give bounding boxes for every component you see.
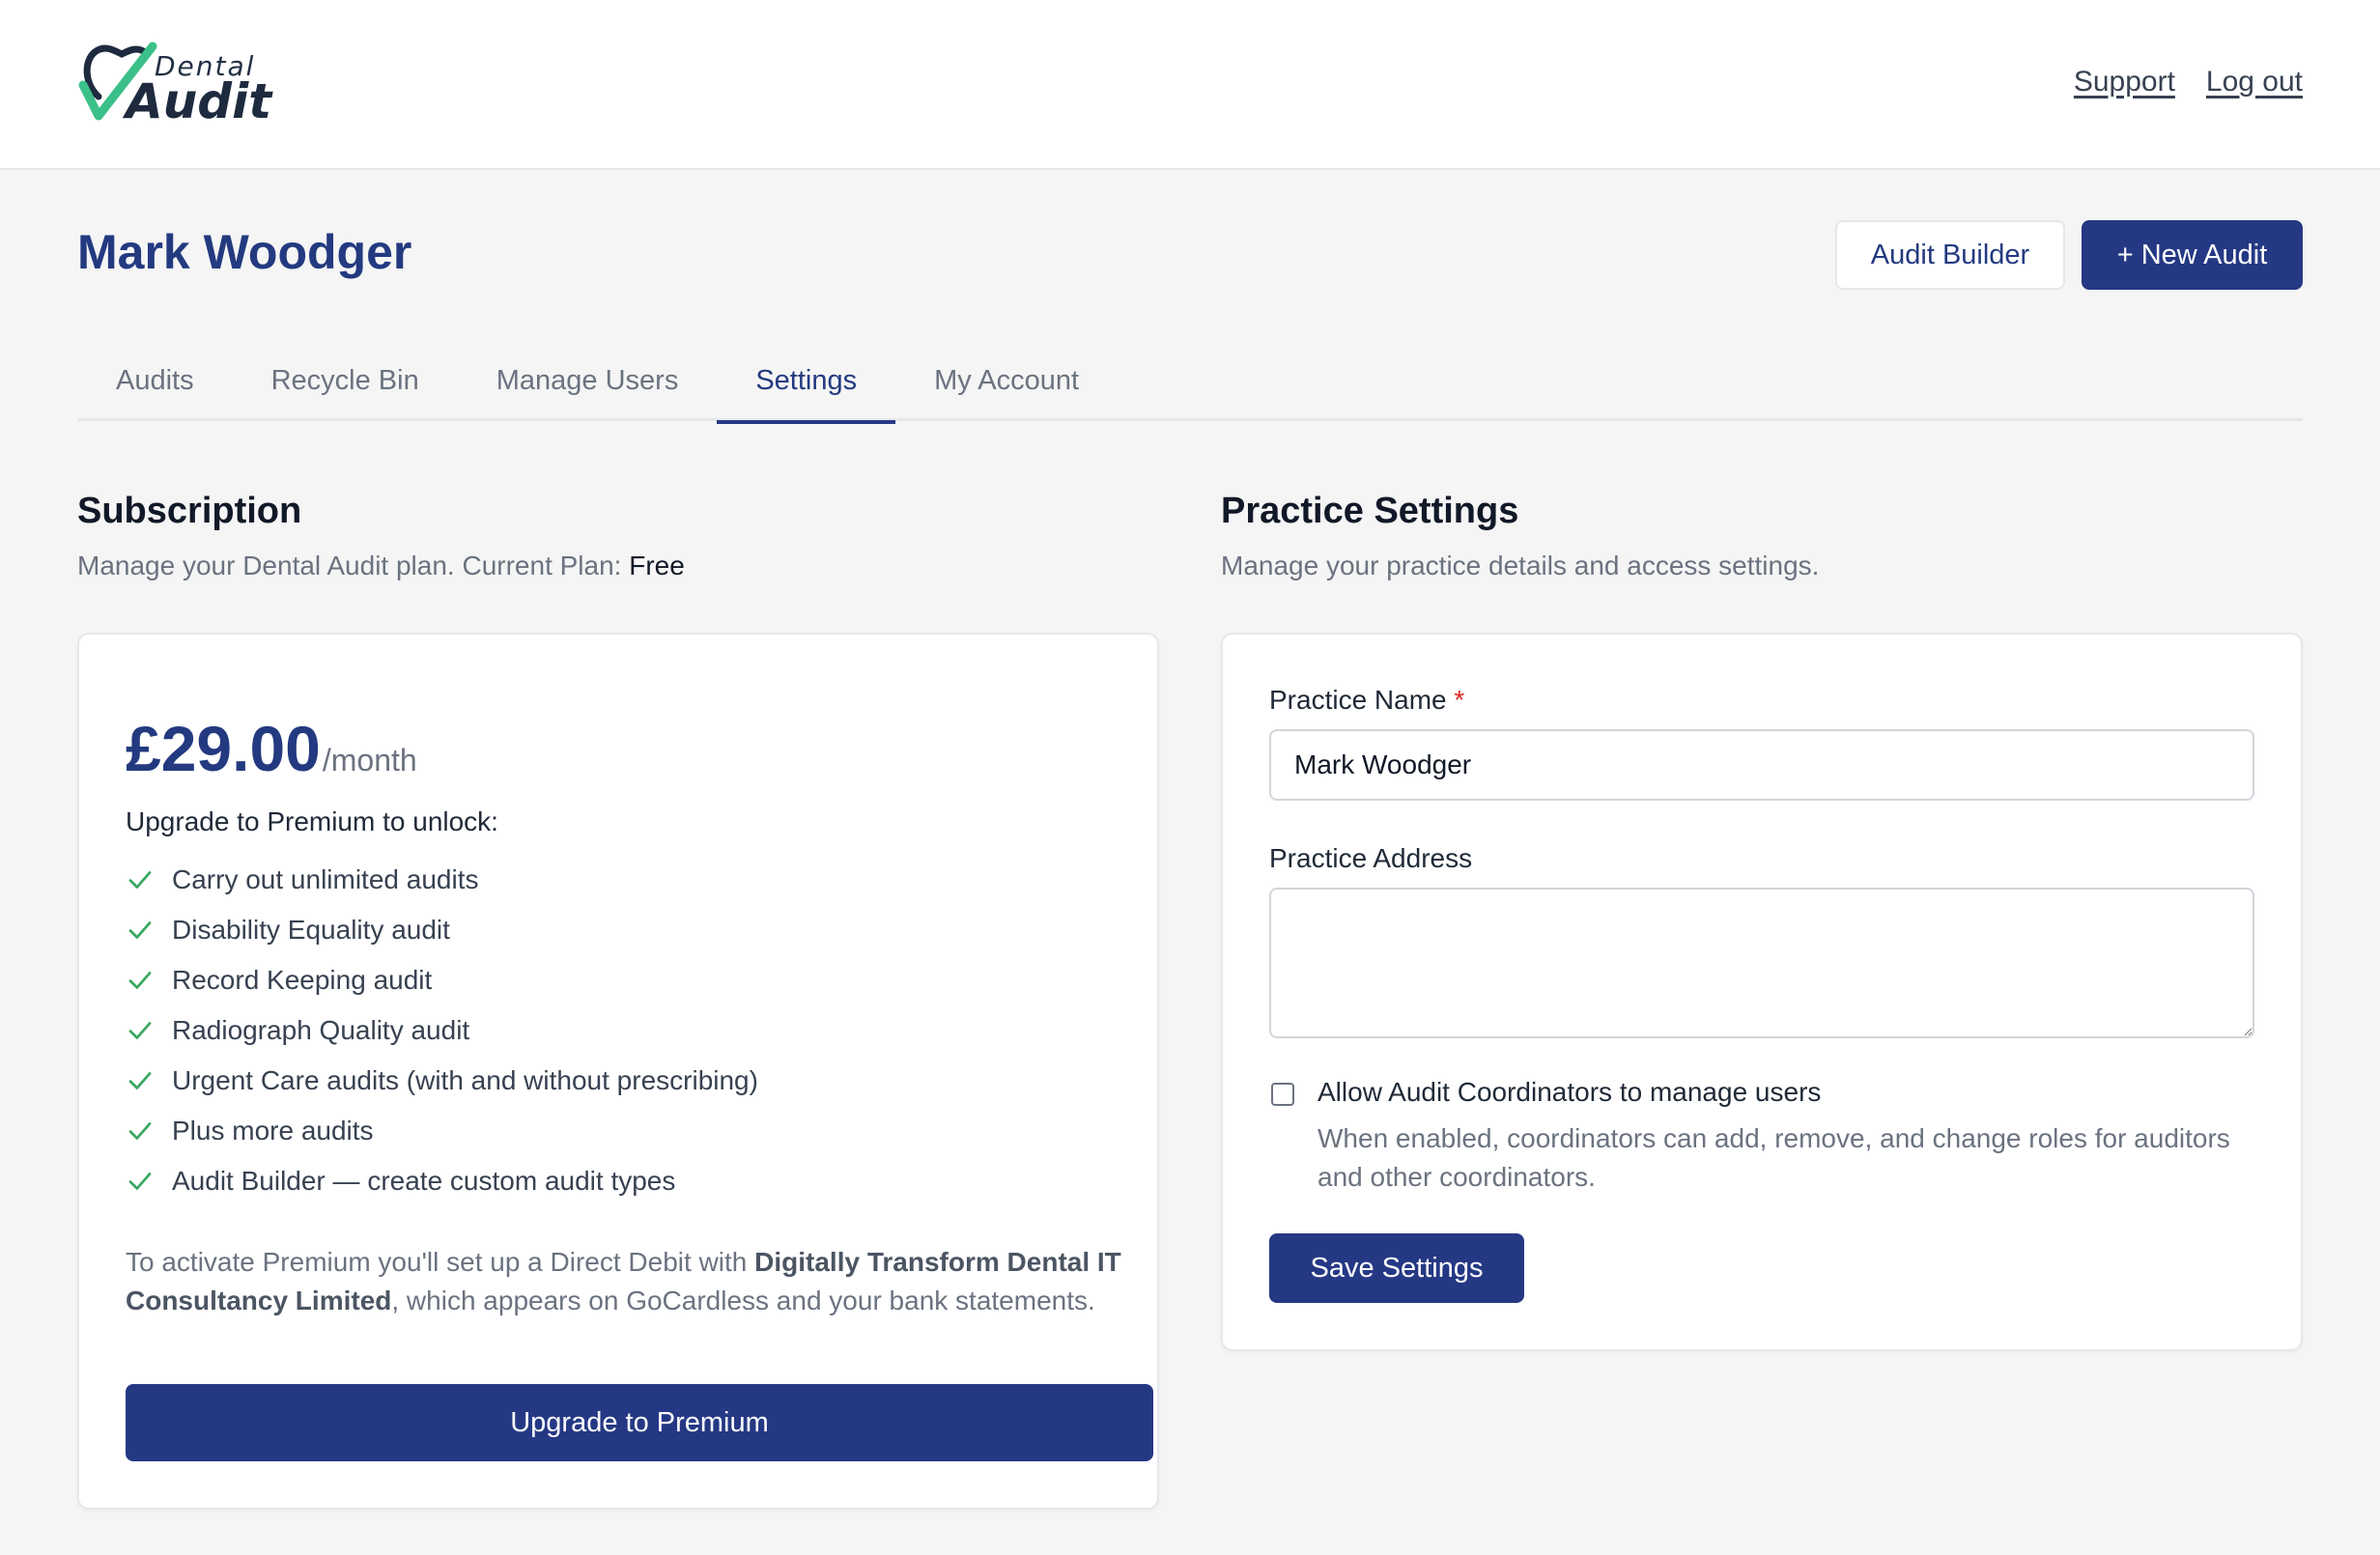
feature-text: Record Keeping audit — [172, 965, 433, 995]
subscription-subtitle-text: Manage your Dental Audit plan. Current P… — [77, 551, 622, 580]
allow-coordinators-label[interactable]: Allow Audit Coordinators to manage users — [1318, 1077, 1821, 1108]
subscription-title: Subscription — [77, 491, 302, 531]
subscription-card: £29.00 /month Upgrade to Premium to unlo… — [77, 633, 1159, 1510]
feature-list: Carry out unlimited audits Disability Eq… — [126, 855, 758, 1206]
feature-text: Audit Builder — create custom audit type… — [172, 1166, 676, 1196]
activate-note: To activate Premium you'll set up a Dire… — [126, 1243, 1130, 1320]
tab-settings[interactable]: Settings — [717, 340, 895, 424]
feature-text: Plus more audits — [172, 1116, 374, 1145]
list-item: Disability Equality audit — [126, 905, 758, 955]
check-icon — [128, 1022, 152, 1039]
price-period: /month — [322, 743, 417, 778]
activate-note-post: , which appears on GoCardless and your b… — [391, 1286, 1095, 1315]
current-plan-value: Free — [629, 551, 685, 580]
save-settings-button[interactable]: Save Settings — [1269, 1233, 1524, 1303]
practice-name-label: Practice Name * — [1269, 685, 1464, 716]
list-item: Radiograph Quality audit — [126, 1005, 758, 1056]
practice-settings-subtitle: Manage your practice details and access … — [1221, 551, 1820, 580]
list-item: Carry out unlimited audits — [126, 855, 758, 905]
tab-audits[interactable]: Audits — [77, 340, 233, 421]
dental-audit-logo[interactable]: Dental Audit — [77, 39, 272, 135]
audit-builder-button[interactable]: Audit Builder — [1835, 220, 2065, 290]
top-links: Support Log out — [2074, 66, 2303, 99]
logout-link[interactable]: Log out — [2206, 66, 2303, 99]
tab-manage-users[interactable]: Manage Users — [458, 340, 718, 421]
new-audit-button[interactable]: + New Audit — [2082, 220, 2303, 290]
logo-text-audit: Audit — [126, 73, 272, 129]
check-icon — [128, 972, 152, 989]
page-title: Mark Woodger — [77, 225, 412, 279]
practice-address-label: Practice Address — [1269, 843, 1473, 873]
list-item: Urgent Care audits (with and without pre… — [126, 1056, 758, 1106]
tab-bar: Audits Recycle Bin Manage Users Settings… — [77, 340, 2303, 424]
practice-address-input[interactable] — [1269, 888, 2254, 1038]
price-row: £29.00 /month — [126, 712, 417, 785]
list-item: Record Keeping audit — [126, 955, 758, 1005]
allow-coordinators-help: When enabled, coordinators can add, remo… — [1318, 1123, 2230, 1192]
check-icon — [128, 921, 152, 939]
top-bar: Dental Audit Support Log out — [0, 0, 2380, 170]
feature-text: Radiograph Quality audit — [172, 1015, 470, 1045]
practice-settings-title: Practice Settings — [1221, 491, 1519, 531]
required-marker: * — [1454, 685, 1465, 715]
check-icon — [128, 1122, 152, 1140]
feature-text: Disability Equality audit — [172, 915, 450, 945]
unlock-heading: Upgrade to Premium to unlock: — [126, 806, 498, 836]
practice-name-input[interactable] — [1269, 729, 2254, 801]
tab-recycle-bin[interactable]: Recycle Bin — [233, 340, 458, 421]
upgrade-to-premium-button[interactable]: Upgrade to Premium — [126, 1384, 1153, 1461]
tab-my-account[interactable]: My Account — [895, 340, 1118, 421]
check-icon — [128, 871, 152, 889]
subscription-subtitle: Manage your Dental Audit plan. Current P… — [77, 551, 685, 581]
check-icon — [128, 1072, 152, 1089]
support-link[interactable]: Support — [2074, 66, 2175, 99]
list-item: Plus more audits — [126, 1106, 758, 1156]
list-item: Audit Builder — create custom audit type… — [126, 1156, 758, 1206]
feature-text: Carry out unlimited audits — [172, 864, 479, 894]
check-icon — [128, 1173, 152, 1190]
practice-name-label-text: Practice Name — [1269, 685, 1447, 715]
allow-coordinators-checkbox[interactable] — [1271, 1083, 1294, 1106]
price-amount: £29.00 — [126, 713, 321, 784]
feature-text: Urgent Care audits (with and without pre… — [172, 1065, 758, 1095]
activate-note-pre: To activate Premium you'll set up a Dire… — [126, 1247, 748, 1277]
practice-settings-card: Practice Name * Practice Address Allow A… — [1221, 633, 2303, 1351]
